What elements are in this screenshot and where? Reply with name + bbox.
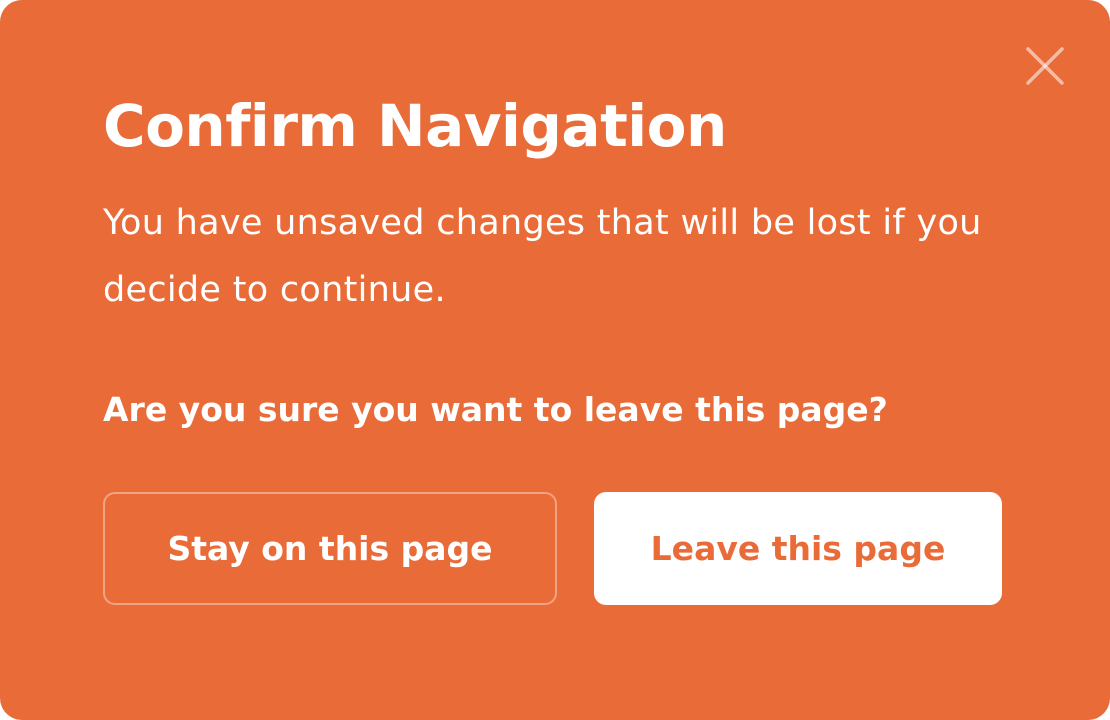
leave-page-button[interactable]: Leave this page: [594, 492, 1002, 605]
dialog-title: Confirm Navigation: [103, 92, 727, 160]
dialog-message: You have unsaved changes that will be lo…: [103, 203, 982, 310]
close-button[interactable]: [1022, 43, 1068, 89]
close-icon: [1026, 47, 1064, 85]
stay-on-page-button[interactable]: Stay on this page: [103, 492, 557, 605]
confirm-navigation-dialog: Confirm Navigation You have unsaved chan…: [0, 0, 1110, 720]
dialog-question: Are you sure you want to leave this page…: [103, 390, 888, 429]
